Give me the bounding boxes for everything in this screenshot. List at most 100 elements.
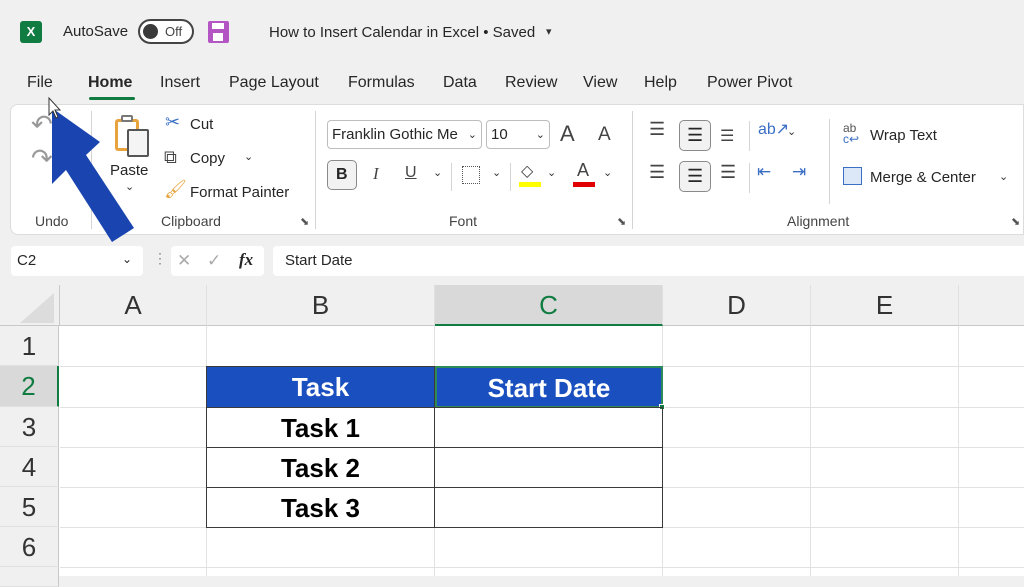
copy-dropdown-icon[interactable]: ⌄ (244, 150, 253, 163)
column-header-c[interactable]: C (435, 285, 663, 326)
font-size-value: 10 (491, 126, 508, 143)
copy-icon[interactable]: ⧉ (164, 147, 177, 168)
tab-page-layout[interactable]: Page Layout (229, 74, 319, 92)
spreadsheet-grid: A B C D E 1 2 3 4 5 6 Task Start Date Ta… (0, 285, 1024, 587)
enter-icon[interactable]: ✓ (207, 251, 221, 271)
separator (749, 121, 750, 151)
wrap-arrow: c↩ (843, 132, 860, 146)
column-header-f[interactable] (959, 285, 1024, 326)
shrink-font-icon[interactable]: A (598, 124, 611, 146)
bottom-align-icon[interactable]: ☰ (720, 126, 734, 146)
font-size-combo[interactable]: 10 ⌄ (486, 120, 550, 149)
font-launcher-icon[interactable]: ⬊ (617, 215, 626, 228)
wrap-text-icon[interactable]: ab c↩ (843, 122, 860, 146)
clipboard-launcher-icon[interactable]: ⬊ (300, 215, 309, 228)
gridline (810, 326, 811, 576)
tab-review[interactable]: Review (505, 74, 557, 92)
middle-align-button[interactable]: ☰ (679, 120, 711, 151)
undo-icon[interactable]: ↶ (31, 109, 53, 140)
gridline (60, 567, 1024, 568)
drag-handle-icon[interactable]: ⋮ (153, 250, 167, 267)
group-separator (315, 111, 316, 229)
cut-icon[interactable]: ✂ (165, 112, 180, 133)
autosave-toggle[interactable]: Off (138, 19, 194, 44)
row-header-7[interactable] (0, 567, 59, 587)
save-icon[interactable] (208, 21, 229, 43)
insert-function-icon[interactable]: fx (239, 250, 253, 270)
row-header-5[interactable]: 5 (0, 487, 59, 527)
redo-icon[interactable]: ↷ (31, 143, 53, 174)
cell-c5[interactable] (434, 487, 663, 528)
merge-center-button[interactable]: Merge & Center (870, 169, 976, 186)
cell-b3[interactable]: Task 1 (206, 407, 435, 448)
format-painter-button[interactable]: Format Painter (190, 184, 289, 201)
paste-dropdown-icon[interactable]: ⌄ (125, 180, 134, 193)
column-header-b[interactable]: B (207, 285, 435, 326)
column-header-a[interactable]: A (60, 285, 207, 326)
cell-b2[interactable]: Task (206, 366, 435, 408)
borders-dropdown-icon[interactable]: ⌄ (492, 166, 501, 179)
row-header-2[interactable]: 2 (0, 366, 59, 407)
formula-input[interactable]: Start Date (273, 246, 1024, 276)
underline-dropdown-icon[interactable]: ⌄ (433, 166, 442, 179)
format-painter-icon[interactable]: 🖌 (164, 179, 187, 200)
font-color-dropdown-icon[interactable]: ⌄ (603, 166, 612, 179)
name-box[interactable]: C2 ⌄ (11, 246, 143, 276)
document-title[interactable]: How to Insert Calendar in Excel • Saved (269, 24, 535, 41)
title-dropdown-icon[interactable]: ▾ (546, 25, 552, 38)
tab-formulas[interactable]: Formulas (348, 74, 415, 92)
cell-c3[interactable] (434, 407, 663, 448)
tab-power-pivot[interactable]: Power Pivot (707, 74, 792, 92)
font-name-combo[interactable]: Franklin Gothic Me ⌄ (327, 120, 482, 149)
cell-b5[interactable]: Task 3 (206, 487, 435, 528)
align-right-icon[interactable]: ☰ (720, 162, 736, 183)
fill-color-dropdown-icon[interactable]: ⌄ (547, 166, 556, 179)
font-color-icon[interactable]: A (577, 160, 589, 181)
top-align-icon[interactable]: ☰ (649, 119, 665, 140)
paste-button[interactable]: Paste (110, 162, 148, 179)
tab-data[interactable]: Data (443, 74, 477, 92)
underline-icon[interactable]: U (405, 164, 417, 182)
cell-b4[interactable]: Task 2 (206, 447, 435, 488)
cancel-icon[interactable]: ✕ (177, 251, 191, 271)
paste-icon[interactable] (113, 115, 153, 159)
borders-icon[interactable] (462, 166, 480, 184)
middle-align-icon: ☰ (687, 125, 704, 145)
alignment-launcher-icon[interactable]: ⬊ (1011, 215, 1020, 228)
align-center-button[interactable]: ☰ (679, 161, 711, 192)
column-header-d[interactable]: D (663, 285, 811, 326)
orientation-dropdown-icon[interactable]: ⌄ (787, 125, 796, 138)
grow-font-icon[interactable]: A (560, 121, 575, 147)
tab-view[interactable]: View (583, 74, 617, 92)
select-all-triangle (20, 293, 54, 323)
row-header-3[interactable]: 3 (0, 407, 59, 447)
increase-indent-icon[interactable]: ⇥ (792, 162, 806, 182)
bold-button[interactable]: B (327, 160, 357, 190)
cell-c4[interactable] (434, 447, 663, 488)
column-header-e[interactable]: E (811, 285, 959, 326)
select-all-button[interactable] (0, 285, 60, 326)
autosave-label: AutoSave (63, 23, 129, 40)
orientation-icon[interactable]: ab↗ (758, 119, 789, 139)
tab-home[interactable]: Home (88, 74, 132, 92)
name-box-value: C2 (17, 252, 37, 269)
wrap-text-button[interactable]: Wrap Text (870, 127, 937, 144)
align-left-icon[interactable]: ☰ (649, 162, 665, 183)
fill-color-icon[interactable]: ◇ (521, 161, 533, 181)
merge-dropdown-icon[interactable]: ⌄ (999, 170, 1008, 183)
tab-help[interactable]: Help (644, 74, 677, 92)
separator (829, 119, 830, 204)
row-header-1[interactable]: 1 (0, 326, 59, 366)
clipboard-group-label: Clipboard (161, 213, 221, 229)
copy-button[interactable]: Copy (190, 150, 225, 167)
decrease-indent-icon[interactable]: ⇤ (757, 162, 771, 182)
row-header-4[interactable]: 4 (0, 447, 59, 487)
italic-icon[interactable]: I (373, 164, 379, 184)
merge-center-icon[interactable] (843, 167, 862, 185)
tab-file[interactable]: File (27, 74, 53, 92)
tab-insert[interactable]: Insert (160, 74, 200, 92)
cell-c2-active[interactable]: Start Date (435, 366, 663, 408)
row-header-6[interactable]: 6 (0, 527, 59, 567)
cut-button[interactable]: Cut (190, 116, 213, 133)
toggle-knob (143, 24, 158, 39)
